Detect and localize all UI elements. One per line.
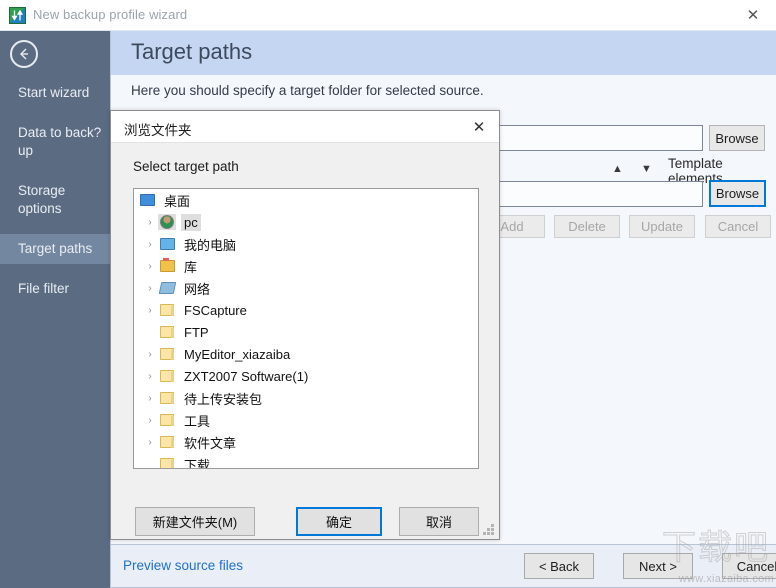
sidebar-item-label: Target paths xyxy=(18,241,93,256)
browse-folder-dialog: 浏览文件夹 ✕ Select target path 桌面 › pc › 我的电… xyxy=(110,110,500,540)
tree-item[interactable]: 桌面 xyxy=(134,189,478,211)
tree-item-label: ZXT2007 Software(1) xyxy=(184,368,309,384)
tree-item[interactable]: › 库 xyxy=(134,255,478,277)
dialog-close-icon[interactable]: ✕ xyxy=(459,111,499,142)
preview-source-files-link[interactable]: Preview source files xyxy=(123,558,243,573)
tree-item[interactable]: › 软件文章 xyxy=(134,431,478,453)
tree-item-label: 库 xyxy=(184,259,198,275)
tree-item[interactable]: › MyEditor_xiazaiba xyxy=(134,343,478,365)
library-icon xyxy=(158,258,176,274)
folder-icon xyxy=(158,390,176,406)
chevron-right-icon[interactable]: › xyxy=(142,239,158,250)
chevron-right-icon[interactable]: › xyxy=(142,415,158,426)
chevron-right-icon[interactable]: › xyxy=(142,371,158,382)
tree-item-label: 工具 xyxy=(184,413,211,429)
page-title: Target paths xyxy=(131,39,253,64)
page-header: Target paths xyxy=(111,31,776,75)
chevron-right-icon[interactable]: › xyxy=(142,437,158,448)
folder-icon xyxy=(158,456,176,468)
browse-button-1[interactable]: Browse xyxy=(709,125,765,151)
folder-icon xyxy=(158,302,176,318)
cancel-entry-button[interactable]: Cancel xyxy=(705,215,771,238)
tree-item-label: 桌面 xyxy=(164,193,191,209)
folder-icon xyxy=(158,368,176,384)
network-icon xyxy=(158,280,176,296)
user-icon xyxy=(158,214,176,230)
dialog-titlebar: 浏览文件夹 ✕ xyxy=(111,111,499,143)
tree-item[interactable]: › pc xyxy=(134,211,478,233)
next-button[interactable]: Next > xyxy=(623,553,693,579)
move-down-icon[interactable]: ▼ xyxy=(641,159,652,177)
resize-grip-icon[interactable] xyxy=(483,524,495,536)
computer-icon xyxy=(158,236,176,252)
tree-item-label: 软件文章 xyxy=(184,435,237,451)
sidebar-item-storage-options[interactable]: Storage options xyxy=(0,176,110,224)
app-icon xyxy=(9,7,26,24)
tree-item-label: 我的电脑 xyxy=(184,237,237,253)
chevron-right-icon[interactable]: › xyxy=(142,349,158,360)
dialog-cancel-button[interactable]: 取消 xyxy=(399,507,479,536)
tree-item-label: 网络 xyxy=(184,281,211,297)
wizard-window: New backup profile wizard ✕ Start wizard… xyxy=(0,0,776,588)
new-folder-button[interactable]: 新建文件夹(M) xyxy=(135,507,255,536)
sidebar-item-label: Storage options xyxy=(18,183,66,216)
chevron-right-icon[interactable]: › xyxy=(142,217,158,228)
tree-item-label: MyEditor_xiazaiba xyxy=(184,346,291,362)
tree-item-label: pc xyxy=(181,213,201,231)
sidebar-items: Start wizard Data to back?up Storage opt… xyxy=(0,78,110,304)
delete-button[interactable]: Delete xyxy=(554,215,620,238)
page-subtitle: Here you should specify a target folder … xyxy=(131,83,484,98)
back-button[interactable]: < Back xyxy=(524,553,594,579)
ok-button[interactable]: 确定 xyxy=(296,507,382,536)
folder-icon xyxy=(158,324,176,340)
tree-item-label: FSCapture xyxy=(184,302,247,318)
sidebar-item-target-paths[interactable]: Target paths xyxy=(0,234,110,264)
update-button[interactable]: Update xyxy=(629,215,695,238)
monitor-icon xyxy=(138,192,156,208)
window-title: New backup profile wizard xyxy=(33,7,188,22)
sidebar-item-data-to-backup[interactable]: Data to back?up xyxy=(0,118,110,166)
chevron-right-icon[interactable]: › xyxy=(142,283,158,294)
sidebar-item-start-wizard[interactable]: Start wizard xyxy=(0,78,110,108)
sidebar-item-label: Start wizard xyxy=(18,85,90,100)
folder-icon xyxy=(158,412,176,428)
tree-item[interactable]: FTP xyxy=(134,321,478,343)
tree-item[interactable]: › FSCapture xyxy=(134,299,478,321)
tree-item-label: 待上传安装包 xyxy=(184,391,263,407)
chevron-right-icon[interactable]: › xyxy=(142,261,158,272)
back-arrow-icon[interactable] xyxy=(10,40,38,68)
chevron-right-icon[interactable]: › xyxy=(142,393,158,404)
move-up-icon[interactable]: ▲ xyxy=(612,159,623,177)
tree-item[interactable]: › 工具 xyxy=(134,409,478,431)
browse-button-2[interactable]: Browse xyxy=(709,180,766,207)
folder-tree[interactable]: 桌面 › pc › 我的电脑 › 库 › 网络 › FSCapture FTP … xyxy=(133,188,479,469)
sidebar-item-label: Data to back?up xyxy=(18,125,102,158)
chevron-right-icon[interactable]: › xyxy=(142,305,158,316)
close-icon[interactable]: ✕ xyxy=(730,0,776,30)
dialog-title: 浏览文件夹 xyxy=(124,123,192,138)
tree-item[interactable]: › ZXT2007 Software(1) xyxy=(134,365,478,387)
cancel-button[interactable]: Cancel xyxy=(722,553,776,579)
sidebar-item-label: File filter xyxy=(18,281,70,296)
tree-item[interactable]: › 我的电脑 xyxy=(134,233,478,255)
tree-item-label: FTP xyxy=(184,324,209,340)
tree-item[interactable]: 下载 xyxy=(134,453,478,469)
folder-icon xyxy=(158,434,176,450)
wizard-bottom-bar: Preview source files < Back Next > Cance… xyxy=(111,544,776,587)
tree-item[interactable]: › 待上传安装包 xyxy=(134,387,478,409)
dialog-prompt: Select target path xyxy=(133,159,239,174)
folder-icon xyxy=(158,346,176,362)
window-titlebar: New backup profile wizard ✕ xyxy=(0,0,776,31)
tree-item[interactable]: › 网络 xyxy=(134,277,478,299)
tree-item-label: 下载 xyxy=(184,457,211,469)
sidebar-item-file-filter[interactable]: File filter xyxy=(0,274,110,304)
wizard-sidebar: Start wizard Data to back?up Storage opt… xyxy=(0,31,110,588)
